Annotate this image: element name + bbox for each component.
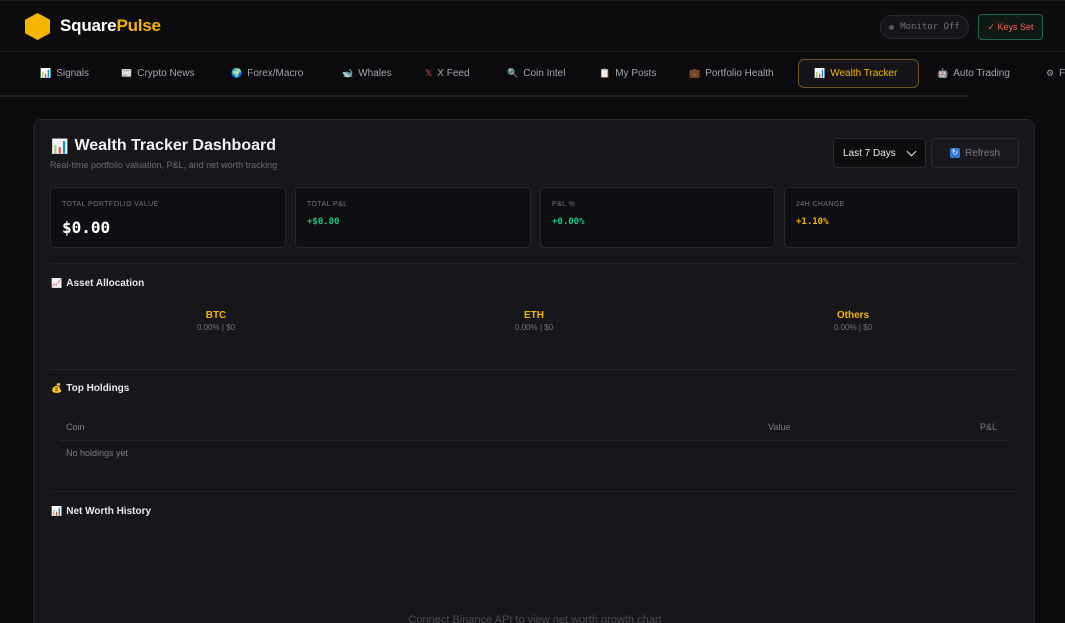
allocation-detail: 0.00% | $0	[833, 323, 873, 332]
tab-settings-partial[interactable]: ⚙ F	[1046, 59, 1065, 88]
net-worth-history-heading: 📊 Net Worth History	[51, 506, 151, 517]
asset-allocation-heading: 📈 Asset Allocation	[51, 278, 144, 289]
refresh-icon: ↻	[949, 148, 960, 158]
bar-chart-icon: 📊	[51, 506, 63, 516]
brand-name-part1: Square	[60, 16, 117, 35]
chevron-down-icon	[906, 146, 917, 157]
allocation-name: Others	[836, 310, 870, 321]
tab-portfolio-health[interactable]: 💼 Portfolio Health	[689, 59, 774, 88]
top-header: SquarePulse Monitor Off ✓ Keys Set	[0, 0, 1065, 52]
time-range-select[interactable]: Last 7 Days	[833, 138, 926, 168]
stat-label: P&L %	[552, 201, 576, 208]
magnifier-icon: 🔍	[507, 68, 519, 78]
top-holdings-heading: 💰 Top Holdings	[51, 383, 129, 394]
logo-hexagon-icon	[25, 13, 50, 40]
allocation-item-eth: ETH 0.00% | $0	[474, 310, 594, 332]
brand-logo-text: SquarePulse	[60, 16, 161, 36]
dashboard-subtitle: Real-time portfolio valuation, P&L, and …	[50, 160, 278, 170]
column-header-value[interactable]: Value	[768, 422, 790, 432]
robot-icon: 🤖	[937, 68, 949, 78]
chart-icon: 📊	[814, 68, 826, 78]
allocation-item-others: Others 0.00% | $0	[793, 310, 913, 332]
section-title-text: Net Worth History	[66, 506, 152, 517]
section-divider	[50, 369, 1019, 370]
monitor-label: Monitor Off	[900, 22, 960, 32]
refresh-button[interactable]: ↻ Refresh	[931, 138, 1019, 168]
stat-label: TOTAL P&L	[307, 201, 348, 208]
section-title-text: Top Holdings	[66, 383, 130, 394]
stat-24h-change: 24H CHANGE +1.10%	[784, 187, 1019, 248]
stat-pnl-percent: P&L % +0.00%	[540, 187, 775, 248]
tab-forex-macro[interactable]: 🌍 Forex/Macro	[231, 59, 303, 88]
tab-label: Coin Intel	[523, 68, 566, 79]
tab-my-posts[interactable]: 📋 My Posts	[599, 59, 656, 88]
app-window: SquarePulse Monitor Off ✓ Keys Set 📊 Sig…	[0, 0, 1065, 623]
stat-value: +1.10%	[796, 217, 829, 227]
tab-label: My Posts	[615, 68, 657, 79]
dashboard-title: 📊 Wealth Tracker Dashboard	[51, 137, 276, 155]
tab-label: Wealth Tracker	[830, 68, 898, 79]
tab-whales[interactable]: 🐋 Whales	[342, 59, 392, 88]
briefcase-icon: 💼	[689, 68, 701, 78]
wealth-tracker-card: 📊 Wealth Tracker Dashboard Real-time por…	[33, 119, 1035, 623]
allocation-name: ETH	[524, 310, 544, 321]
tab-bar-scroll-track	[0, 95, 968, 97]
tab-label: Signals	[56, 68, 90, 79]
tab-label: Portfolio Health	[705, 68, 774, 79]
tab-wealth-tracker[interactable]: 📊 Wealth Tracker	[798, 59, 919, 88]
bar-chart-icon: 📊	[51, 137, 69, 154]
table-header-divider	[59, 440, 1009, 441]
tab-x-feed[interactable]: 𝕏 X Feed	[425, 59, 470, 88]
refresh-label: Refresh	[964, 147, 1000, 159]
newspaper-icon: 📰	[121, 68, 133, 78]
tab-signals[interactable]: 📊 Signals	[40, 59, 89, 88]
holdings-empty-state: No holdings yet	[66, 448, 129, 458]
trend-chart-icon: 📈	[51, 278, 63, 288]
chart-icon: 📊	[40, 68, 52, 78]
tab-label: F	[1059, 68, 1065, 79]
tab-label: Whales	[358, 68, 392, 79]
allocation-detail: 0.00% | $0	[514, 323, 554, 332]
stat-label: TOTAL PORTFOLIO VALUE	[62, 201, 159, 208]
monitor-status-dot-icon	[889, 24, 895, 30]
tab-label: Auto Trading	[953, 68, 1010, 79]
column-header-coin[interactable]: Coin	[66, 422, 85, 432]
tab-label: Crypto News	[137, 68, 195, 79]
stat-value: +0.00%	[552, 217, 585, 227]
dashboard-title-text: Wealth Tracker Dashboard	[74, 137, 276, 154]
column-header-pnl[interactable]: P&L	[980, 422, 997, 432]
net-worth-chart-empty-state: Connect Binance API to view net worth gr…	[408, 614, 662, 623]
monitor-toggle-button[interactable]: Monitor Off	[880, 15, 969, 39]
tab-coin-intel[interactable]: 🔍 Coin Intel	[507, 59, 565, 88]
stat-value: $0.00	[62, 218, 111, 237]
stat-total-pnl: TOTAL P&L +$0.00	[295, 187, 531, 248]
stat-value: +$0.00	[307, 217, 340, 227]
section-divider	[50, 263, 1019, 264]
section-title-text: Asset Allocation	[66, 278, 145, 289]
clipboard-icon: 📋	[599, 68, 611, 78]
section-divider	[50, 491, 1019, 492]
tab-label: Forex/Macro	[247, 68, 304, 79]
tab-crypto-news[interactable]: 📰 Crypto News	[121, 59, 194, 88]
tab-auto-trading[interactable]: 🤖 Auto Trading	[937, 59, 1010, 88]
api-keys-button[interactable]: ✓ Keys Set	[978, 14, 1043, 40]
tab-bar: 📊 Signals 📰 Crypto News 🌍 Forex/Macro 🐋 …	[0, 52, 1065, 96]
stat-total-portfolio-value: TOTAL PORTFOLIO VALUE $0.00	[50, 187, 286, 248]
tab-label: X Feed	[437, 68, 470, 79]
allocation-name: BTC	[205, 310, 227, 321]
gear-icon: ⚙	[1046, 68, 1055, 78]
allocation-item-btc: BTC 0.00% | $0	[156, 310, 276, 332]
whale-icon: 🐋	[342, 68, 354, 78]
keys-label: ✓ Keys Set	[987, 21, 1034, 32]
brand-name-part2: Pulse	[116, 16, 161, 35]
x-logo-icon: 𝕏	[425, 68, 433, 78]
time-range-value: Last 7 Days	[843, 147, 896, 159]
stat-label: 24H CHANGE	[796, 201, 845, 208]
globe-icon: 🌍	[231, 68, 243, 78]
allocation-detail: 0.00% | $0	[196, 323, 236, 332]
money-bag-icon: 💰	[51, 383, 63, 393]
